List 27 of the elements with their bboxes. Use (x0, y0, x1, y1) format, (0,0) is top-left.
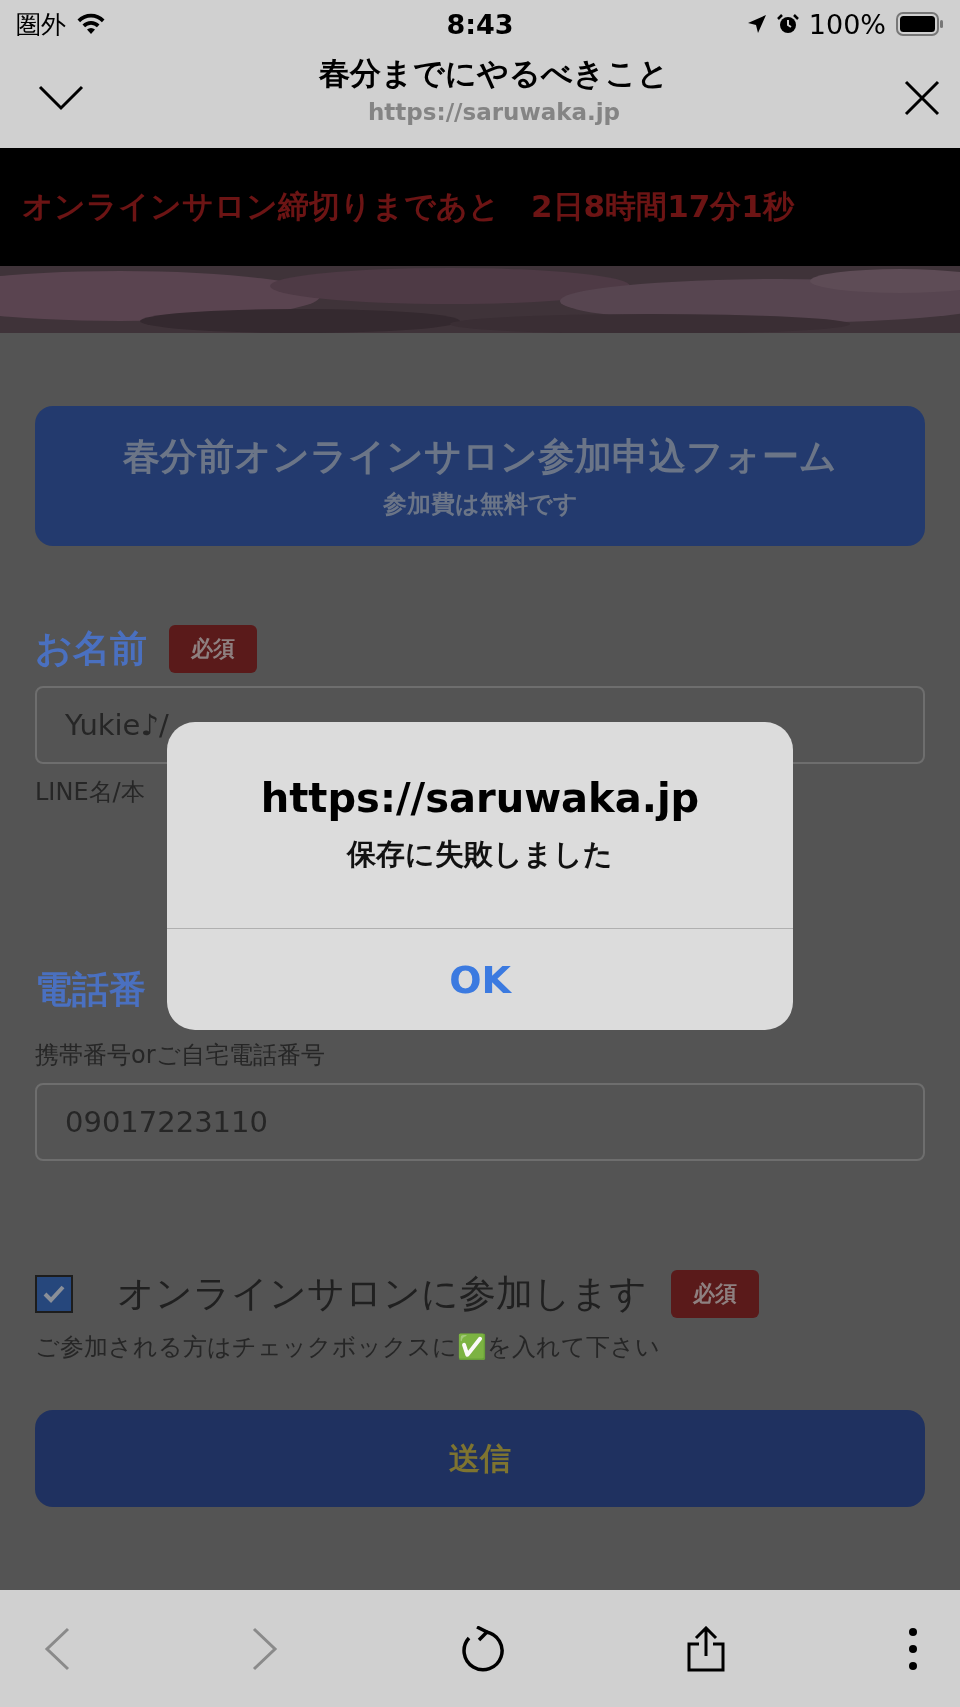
ok-button[interactable]: OK (167, 929, 793, 1030)
page-title: 春分までにやるべきこと (319, 54, 669, 93)
form-title: 春分前オンラインサロン参加申込フォーム (123, 434, 837, 480)
battery-percent: 100% (808, 8, 886, 40)
page-url: https://saruwaka.jp (367, 99, 621, 125)
check-icon (43, 1285, 65, 1303)
countdown-text: オンラインサロン締切りまであと 2日8時間17分1秒 (22, 187, 794, 226)
battery-icon (896, 12, 944, 36)
more-button[interactable] (908, 1626, 918, 1671)
field-label: お名前 (35, 626, 147, 672)
carrier-text: 圏外 (16, 8, 66, 41)
dialog-title: https://saruwaka.jp (260, 775, 700, 821)
dialog-message: 保存に失敗しました (347, 836, 613, 873)
collapse-button[interactable] (38, 85, 84, 111)
form-subtitle: 参加費は無料です (382, 489, 578, 520)
field-label: 電話番 (35, 967, 146, 1013)
close-button[interactable] (904, 80, 940, 116)
reload-button[interactable] (460, 1625, 504, 1672)
required-badge: 必須 (169, 625, 257, 673)
location-arrow-icon (746, 14, 767, 34)
wifi-icon (76, 13, 106, 35)
share-button[interactable] (686, 1625, 726, 1672)
clock-time: 8:43 (446, 8, 514, 40)
alarm-clock-icon (776, 13, 799, 35)
submit-button[interactable]: 送信 (35, 1410, 925, 1507)
checkbox[interactable] (35, 1275, 73, 1313)
required-badge: 必須 (671, 1270, 759, 1318)
